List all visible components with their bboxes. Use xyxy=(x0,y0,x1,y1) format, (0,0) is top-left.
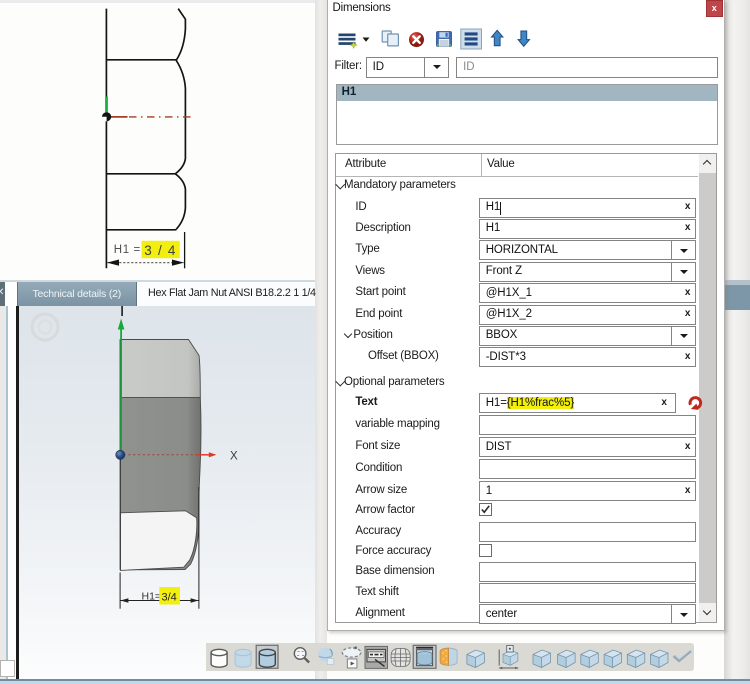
svg-text:H1 =: H1 = xyxy=(114,244,141,256)
svg-text:H1=: H1= xyxy=(141,591,161,603)
svg-text:X: X xyxy=(230,451,238,463)
svg-text:3 / 4: 3 / 4 xyxy=(144,243,176,258)
svg-text:3/4: 3/4 xyxy=(161,592,176,604)
